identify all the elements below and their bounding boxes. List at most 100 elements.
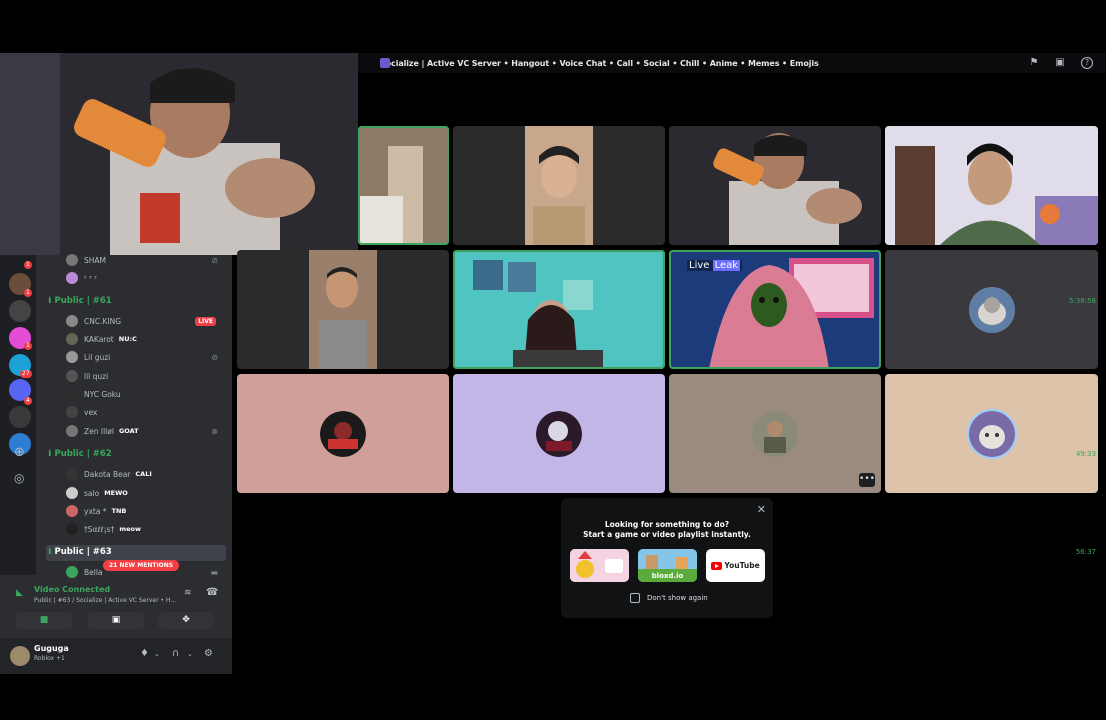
- list-item[interactable]: vex: [66, 404, 226, 420]
- muted-icon: ⊘: [211, 255, 218, 265]
- list-item[interactable]: ᶻ ᶻ ᶻ: [66, 270, 226, 286]
- avatar: [66, 505, 78, 517]
- user-name: salo: [84, 488, 100, 498]
- help-icon[interactable]: ?: [1081, 57, 1093, 69]
- activities-button[interactable]: ✥: [158, 612, 214, 629]
- server-icon: [380, 58, 390, 68]
- discover-icon[interactable]: ◎: [14, 471, 24, 485]
- video-tile[interactable]: [453, 250, 665, 369]
- video-tile[interactable]: [237, 250, 449, 369]
- user-name: †Sαℓℓ¡ѕ†: [84, 524, 115, 534]
- username[interactable]: Guguga: [34, 644, 69, 653]
- voice-channel[interactable]: ılı Public | #61 5:38:58: [48, 296, 1100, 306]
- youtube-label: YouTube: [724, 561, 760, 570]
- avatar: [66, 333, 78, 345]
- live-text: Live: [689, 260, 710, 271]
- list-item[interactable]: yxta * TNB: [66, 503, 226, 519]
- signal-icon[interactable]: ◣: [16, 588, 23, 598]
- list-item[interactable]: SHAM ⊘: [66, 252, 226, 268]
- list-item[interactable]: KAKarot NU:C: [66, 331, 226, 347]
- server-icon[interactable]: [9, 300, 31, 322]
- popout-video-feed: [0, 53, 358, 255]
- server-icon[interactable]: [9, 406, 31, 428]
- video-tile[interactable]: [358, 126, 449, 245]
- dont-show-label[interactable]: Don't show again: [647, 594, 708, 602]
- noise-suppression-icon[interactable]: ≋: [184, 588, 192, 598]
- user-name: lil quzi: [84, 371, 109, 381]
- headphones-icon[interactable]: ∩: [172, 648, 179, 659]
- channel-timer: 5:38:58: [1069, 297, 1096, 305]
- list-item[interactable]: †Sαℓℓ¡ѕ† meow: [66, 521, 226, 537]
- voice-tile[interactable]: [453, 374, 665, 493]
- video-tile[interactable]: [453, 126, 665, 245]
- list-item[interactable]: Lil guzi ⊘: [66, 349, 226, 365]
- list-item[interactable]: Dakota Bear CALI: [66, 466, 226, 482]
- list-item[interactable]: salo MEWO: [66, 485, 226, 501]
- avatar: [66, 254, 78, 266]
- user-name: Dakota Bear: [84, 469, 131, 479]
- game-card[interactable]: [570, 549, 629, 582]
- youtube-icon: [711, 561, 723, 570]
- notification-badge: 4: [24, 397, 32, 405]
- camera-button[interactable]: ■: [16, 612, 72, 629]
- user-name: KAKarot: [84, 334, 114, 344]
- user-name: yxta *: [84, 506, 107, 516]
- notification-badge: 1: [24, 261, 32, 269]
- voice-wave-icon: ılı: [48, 547, 51, 557]
- video-tile[interactable]: [885, 126, 1098, 245]
- channel-name: Public | #63: [54, 547, 112, 557]
- video-feed: [358, 126, 449, 245]
- more-options-button[interactable]: •••: [859, 473, 875, 487]
- camera-icon: ▬: [210, 567, 218, 577]
- activity-heading: Looking for something to do?: [604, 520, 730, 529]
- user-name: Zen Illøl: [84, 426, 114, 436]
- user-name: ᶻ ᶻ ᶻ: [84, 273, 98, 283]
- avatar: [66, 406, 78, 418]
- voice-tile[interactable]: [885, 250, 1098, 369]
- list-item[interactable]: Zen Illøl GOAT ⊗: [66, 423, 226, 439]
- avatar[interactable]: [10, 646, 30, 666]
- voice-wave-icon: ılı: [48, 449, 51, 459]
- list-item[interactable]: CNC.KING LIVE: [66, 313, 226, 329]
- notification-badge: 1: [24, 289, 32, 297]
- flag-icon[interactable]: ⚑: [1028, 57, 1040, 69]
- window-icon[interactable]: ▣: [1054, 57, 1066, 69]
- dont-show-checkbox[interactable]: [630, 593, 640, 603]
- voice-tile[interactable]: [885, 374, 1098, 493]
- screen-share-button[interactable]: ▣: [88, 612, 144, 629]
- list-item[interactable]: lil quzi: [66, 368, 226, 384]
- voice-status-panel: ◣ Video Connected Public | #63 / Sociali…: [8, 580, 230, 636]
- disconnect-icon[interactable]: ☎: [206, 587, 218, 598]
- guild-tag: GOAT: [118, 427, 139, 435]
- avatar: [66, 468, 78, 480]
- youtube-card[interactable]: YouTube: [706, 549, 765, 582]
- guild-tag: TNB: [111, 507, 127, 515]
- list-item[interactable]: NYC Goku: [66, 386, 226, 402]
- add-server-icon[interactable]: ⊕: [14, 445, 25, 460]
- channel-timer: 49:33: [1075, 450, 1096, 458]
- chevron-down-icon[interactable]: ⌄: [154, 650, 160, 658]
- video-tile[interactable]: [669, 126, 881, 245]
- guild-tag: NU:C: [118, 335, 137, 343]
- voice-tile[interactable]: •••: [669, 374, 881, 493]
- voice-status-title[interactable]: Video Connected: [34, 585, 110, 594]
- voice-channel[interactable]: ılı Public | #62 49:33: [48, 449, 1100, 459]
- microphone-icon[interactable]: ♦: [140, 648, 149, 659]
- user-name: CNC.KING: [84, 316, 122, 326]
- title-bar: Socialize | Active VC Server • Hangout •…: [358, 53, 1106, 73]
- activity-subheading: Start a game or video playlist instantly…: [583, 530, 751, 539]
- channel-name: Public | #61: [54, 296, 112, 306]
- popout-video[interactable]: [0, 53, 358, 255]
- chevron-down-icon[interactable]: ⌄: [187, 650, 193, 658]
- voice-tile[interactable]: [237, 374, 449, 493]
- gear-icon[interactable]: ⚙: [204, 648, 213, 659]
- user-name: Bella: [84, 567, 103, 577]
- bloxd-card[interactable]: bloxd.io: [638, 549, 697, 582]
- video-tile[interactable]: Live Leak: [669, 250, 881, 369]
- avatar: [66, 388, 78, 400]
- user-panel: Guguga Roblox +1 ♦ ⌄ ∩ ⌄ ⚙: [0, 638, 232, 674]
- avatar: [66, 315, 78, 327]
- video-feed: [885, 126, 1098, 245]
- new-mentions-badge[interactable]: 21 NEW MENTIONS: [103, 560, 180, 571]
- close-icon[interactable]: ✕: [757, 503, 766, 516]
